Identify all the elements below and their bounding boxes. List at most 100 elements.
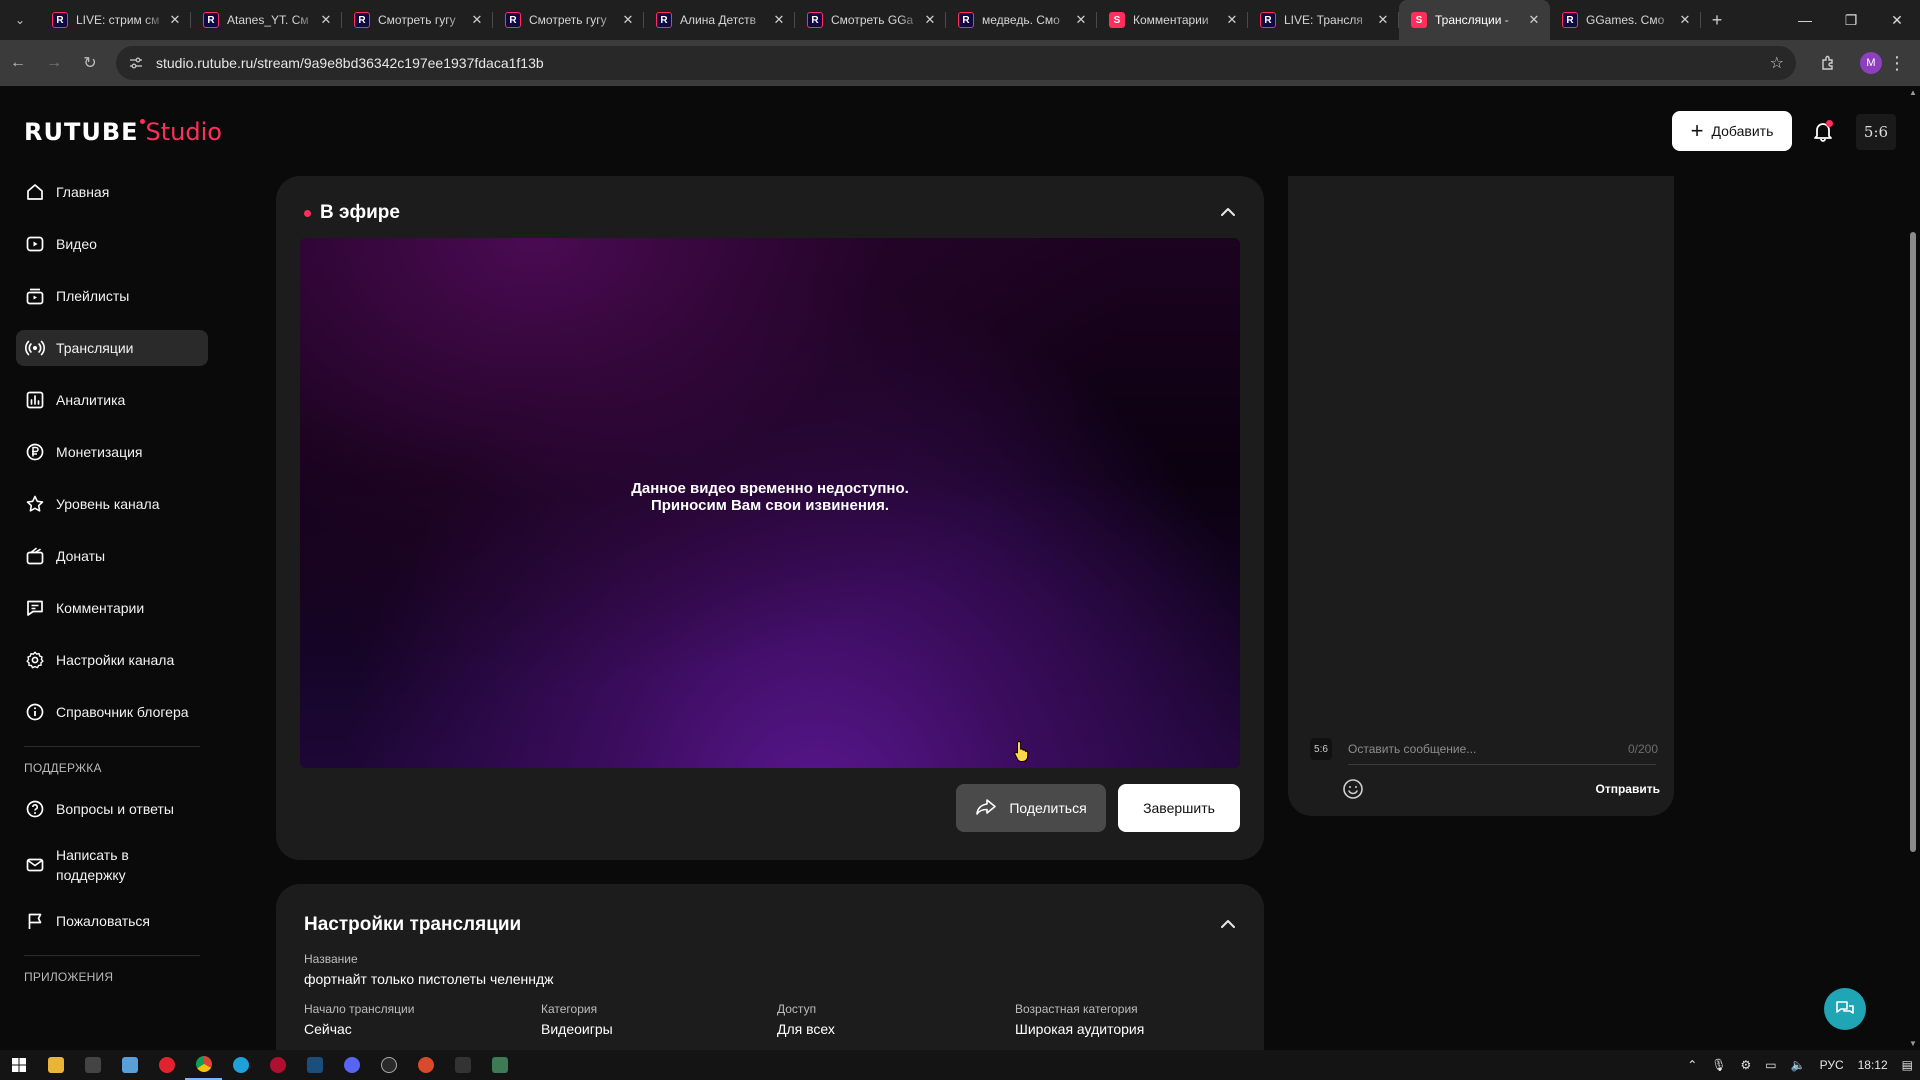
close-tab-icon[interactable]: ✕	[167, 12, 183, 28]
close-tab-icon[interactable]: ✕	[1224, 12, 1240, 28]
video-player[interactable]: Данное видео временно недоступно. Принос…	[300, 238, 1240, 768]
sidebar-item-write-support[interactable]: Написать в поддержку	[16, 843, 208, 887]
gear-icon	[24, 649, 46, 671]
minimize-icon[interactable]: —	[1782, 0, 1828, 40]
sidebar: Главная Видео Плейлисты Трансляции Анали…	[16, 174, 208, 1000]
new-tab-icon[interactable]: +	[1701, 0, 1733, 40]
sidebar-item-label: Донаты	[56, 548, 106, 564]
support-chat-button[interactable]	[1824, 988, 1866, 1030]
network-icon[interactable]: ▭	[1765, 1058, 1776, 1072]
app-icon[interactable]	[481, 1050, 518, 1080]
sidebar-item-comments[interactable]: Комментарии	[16, 590, 208, 626]
close-tab-icon[interactable]: ✕	[1677, 12, 1693, 28]
sidebar-item-broadcasts[interactable]: Трансляции	[16, 330, 208, 366]
browser-tab[interactable]: R Смотреть GGa ✕	[795, 0, 946, 40]
sidebar-item-analytics[interactable]: Аналитика	[16, 382, 208, 418]
browser-tab[interactable]: R LIVE: Трансля ✕	[1248, 0, 1399, 40]
logo-brand: RUTUBE	[24, 118, 139, 146]
close-tab-icon[interactable]: ✕	[469, 12, 485, 28]
sidebar-item-blogger-guide[interactable]: Справочник блогера	[16, 694, 208, 730]
finish-button[interactable]: Завершить	[1118, 784, 1240, 832]
browser-menu-icon[interactable]: ⋮	[1882, 45, 1912, 81]
notepad-app-icon[interactable]	[111, 1050, 148, 1080]
close-tab-icon[interactable]: ✕	[922, 12, 938, 28]
steam-tray-icon[interactable]: ⚙	[1741, 1058, 1752, 1072]
user-avatar[interactable]: 5:6	[1856, 114, 1896, 150]
browser-tab[interactable]: R LIVE: стрим см ✕	[40, 0, 191, 40]
sidebar-item-playlists[interactable]: Плейлисты	[16, 278, 208, 314]
tab-search-icon[interactable]: ⌄	[0, 0, 40, 40]
sidebar-item-donations[interactable]: Донаты	[16, 538, 208, 574]
clock[interactable]: 18:12	[1858, 1058, 1888, 1072]
close-tab-icon[interactable]: ✕	[620, 12, 636, 28]
send-message-button[interactable]: Отправить	[1596, 782, 1660, 796]
tray-overflow-icon[interactable]: ⌃	[1687, 1058, 1697, 1072]
sidebar-item-faq[interactable]: Вопросы и ответы	[16, 791, 208, 827]
scroll-down-icon[interactable]: ▼	[1909, 1039, 1917, 1048]
back-icon[interactable]: ←	[0, 45, 36, 81]
volume-icon[interactable]: 🔈	[1791, 1058, 1806, 1072]
browser-tab[interactable]: R Atanes_YT. См ✕	[191, 0, 342, 40]
share-button[interactable]: Поделиться	[956, 784, 1106, 832]
discord-app-icon[interactable]	[333, 1050, 370, 1080]
calculator-app-icon[interactable]	[74, 1050, 111, 1080]
emoji-icon[interactable]	[1342, 778, 1364, 800]
sidebar-item-monetization[interactable]: Монетизация	[16, 434, 208, 470]
close-tab-icon[interactable]: ✕	[318, 12, 334, 28]
extensions-icon[interactable]	[1810, 45, 1846, 81]
page-scrollbar[interactable]: ▲ ▼	[1906, 86, 1920, 1050]
collapse-chevron-icon[interactable]	[1218, 914, 1238, 934]
forward-icon[interactable]: →	[36, 45, 72, 81]
rutube-studio-logo[interactable]: RUTUBE Studio	[24, 118, 222, 146]
access-value: Для всех	[777, 1021, 835, 1037]
chrome-browser-icon[interactable]	[185, 1050, 222, 1080]
url-field[interactable]: studio.rutube.ru/stream/9a9e8bd36342c197…	[116, 46, 1796, 80]
browser-tab[interactable]: S Комментарии ✕	[1097, 0, 1248, 40]
opera-browser-icon[interactable]	[148, 1050, 185, 1080]
collapse-chevron-icon[interactable]	[1218, 202, 1238, 222]
bookmark-star-icon[interactable]: ☆	[1770, 53, 1784, 73]
question-icon	[24, 798, 46, 820]
restore-icon[interactable]: ❐	[1828, 0, 1874, 40]
microphone-icon[interactable]: 🎙	[1711, 1058, 1726, 1072]
reload-icon[interactable]: ↻	[72, 45, 108, 81]
close-tab-icon[interactable]: ✕	[1526, 12, 1542, 28]
close-tab-icon[interactable]: ✕	[1073, 12, 1089, 28]
steam-app-icon[interactable]	[296, 1050, 333, 1080]
language-indicator[interactable]: РУС	[1820, 1058, 1844, 1072]
bell-icon[interactable]	[1810, 118, 1836, 144]
obs-app-icon[interactable]	[370, 1050, 407, 1080]
sidebar-item-video[interactable]: Видео	[16, 226, 208, 262]
browser-tab[interactable]: Rмедведь. Смо ✕	[946, 0, 1097, 40]
comment-icon	[24, 597, 46, 619]
browser-tab-active[interactable]: S Трансляции - ✕	[1399, 0, 1550, 40]
site-info-icon[interactable]	[128, 55, 144, 71]
edge-browser-icon[interactable]	[222, 1050, 259, 1080]
file-explorer-icon[interactable]	[37, 1050, 74, 1080]
browser-tab[interactable]: R GGames. Смо ✕	[1550, 0, 1701, 40]
sidebar-item-channel-settings[interactable]: Настройки канала	[16, 642, 208, 678]
sidebar-item-label: Справочник блогера	[56, 704, 189, 720]
name-label: Название	[304, 952, 358, 966]
media-player-icon[interactable]	[407, 1050, 444, 1080]
scroll-up-icon[interactable]: ▲	[1909, 88, 1917, 97]
add-button[interactable]: + Добавить	[1672, 111, 1792, 151]
notifications-icon[interactable]: ▤	[1902, 1058, 1913, 1072]
sidebar-item-home[interactable]: Главная	[16, 174, 208, 210]
scrollbar-thumb[interactable]	[1910, 232, 1916, 852]
opera-gx-icon[interactable]	[259, 1050, 296, 1080]
epic-games-icon[interactable]	[444, 1050, 481, 1080]
sidebar-item-channel-level[interactable]: Уровень канала	[16, 486, 208, 522]
browser-tab[interactable]: R Алина Детств ✕	[644, 0, 795, 40]
close-tab-icon[interactable]: ✕	[771, 12, 787, 28]
notification-badge	[1826, 120, 1833, 127]
profile-avatar[interactable]: M	[1860, 52, 1882, 74]
tab-title: LIVE: стрим см	[76, 13, 160, 27]
chat-message-input[interactable]: Оставить сообщение...	[1348, 742, 1628, 756]
close-window-icon[interactable]: ✕	[1874, 0, 1920, 40]
browser-tab[interactable]: R Смотреть гугу ✕	[342, 0, 493, 40]
windows-start-icon[interactable]	[0, 1050, 37, 1080]
sidebar-item-report[interactable]: Пожаловаться	[16, 903, 208, 939]
close-tab-icon[interactable]: ✕	[1375, 12, 1391, 28]
browser-tab[interactable]: R Смотреть гугу ✕	[493, 0, 644, 40]
